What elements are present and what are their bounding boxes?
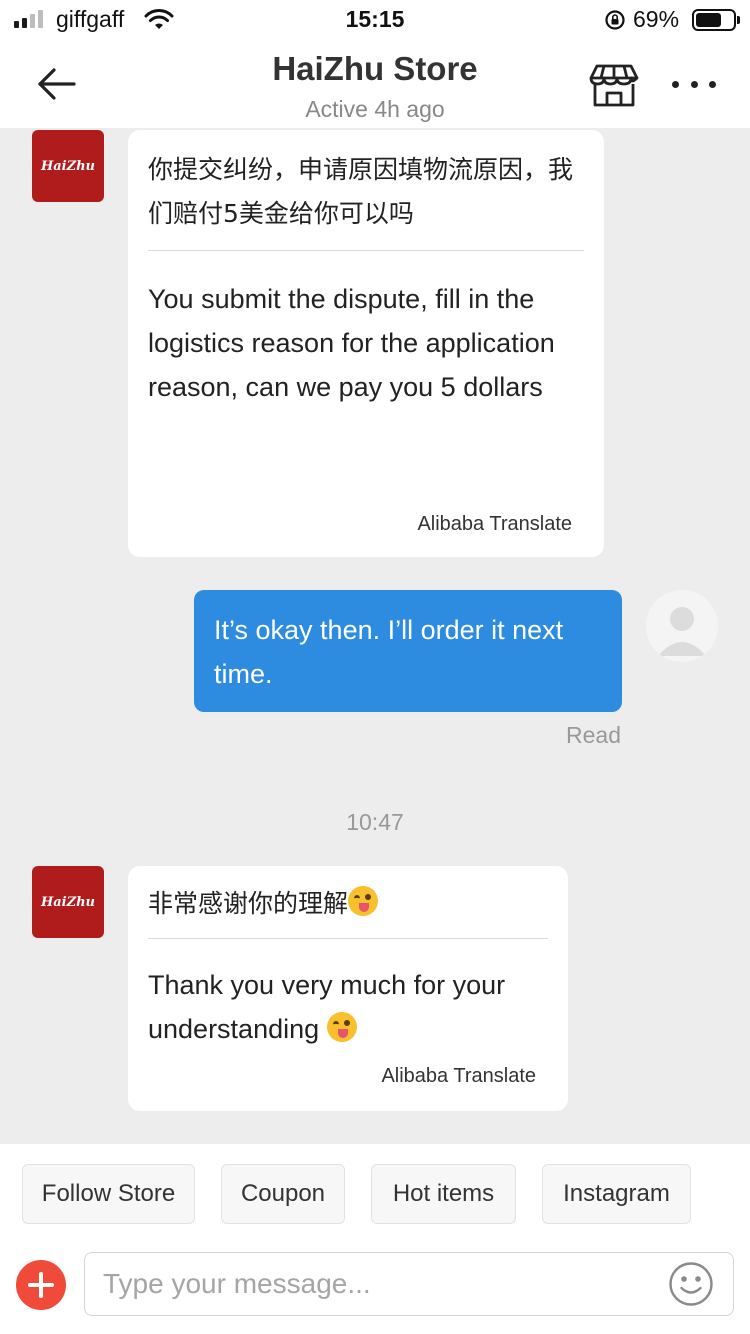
user-avatar[interactable] [646, 590, 718, 662]
translation-divider [148, 250, 584, 251]
smiley-icon [669, 1262, 713, 1306]
storefront-icon [589, 64, 639, 107]
read-receipt: Read [566, 722, 621, 748]
battery-percentage: 69% [633, 6, 680, 32]
incoming-message-bubble[interactable]: 你提交纠纷，申请原因填物流原因，我们赔付5美金给你可以吗 You submit … [128, 130, 604, 557]
translated-text: You submit the dispute, fill in the logi… [148, 284, 555, 402]
emoji-button[interactable] [668, 1261, 714, 1307]
translate-credit: Alibaba Translate [417, 513, 572, 535]
quick-reply-hot-items[interactable]: Hot items [371, 1164, 516, 1224]
chat-header: HaiZhu Store Active 4h ago [0, 40, 750, 128]
original-text: 非常感谢你的理解 [148, 882, 548, 926]
store-avatar[interactable]: HaiZhu [32, 866, 104, 938]
add-attachment-button[interactable] [16, 1260, 66, 1310]
battery-icon [692, 9, 740, 31]
avatar-logo-text: HaiZhu [40, 158, 96, 174]
message-input[interactable] [84, 1252, 734, 1316]
translated-text: Thank you very much for your understandi… [148, 970, 506, 1044]
more-button[interactable] [672, 66, 716, 102]
outgoing-message-bubble[interactable]: It’s okay then. I’ll order it next time. [194, 590, 622, 712]
quick-reply-coupon[interactable]: Coupon [221, 1164, 345, 1224]
translation-divider [148, 938, 548, 939]
user-silhouette-icon [658, 607, 706, 656]
composer-area: Follow Store Coupon Hot items Instagram [0, 1144, 750, 1334]
more-horizontal-icon [672, 80, 679, 88]
status-bar: giffgaff 15:15 69% [0, 0, 750, 40]
original-text: 你提交纠纷，申请原因填物流原因，我们赔付5美金给你可以吗 [148, 155, 574, 228]
message-timestamp: 10:47 [346, 809, 404, 835]
avatar-logo-text: HaiZhu [40, 894, 96, 910]
chat-thread[interactable]: HaiZhu 你提交纠纷，申请原因填物流原因，我们赔付5美金给你可以吗 You … [0, 128, 750, 1144]
quick-reply-instagram[interactable]: Instagram [542, 1164, 691, 1224]
quick-reply-follow-store[interactable]: Follow Store [22, 1164, 195, 1224]
outgoing-text: It’s okay then. I’ll order it next time. [214, 615, 564, 689]
store-avatar[interactable]: HaiZhu [32, 130, 104, 202]
winking-tongue-emoji [348, 886, 379, 916]
incoming-message-bubble[interactable]: 非常感谢你的理解 Thank you very much for your un… [128, 866, 568, 1111]
winking-tongue-emoji [326, 1012, 357, 1042]
translate-credit: Alibaba Translate [381, 1065, 536, 1087]
store-button[interactable] [588, 62, 640, 108]
orientation-lock-icon [605, 10, 625, 30]
